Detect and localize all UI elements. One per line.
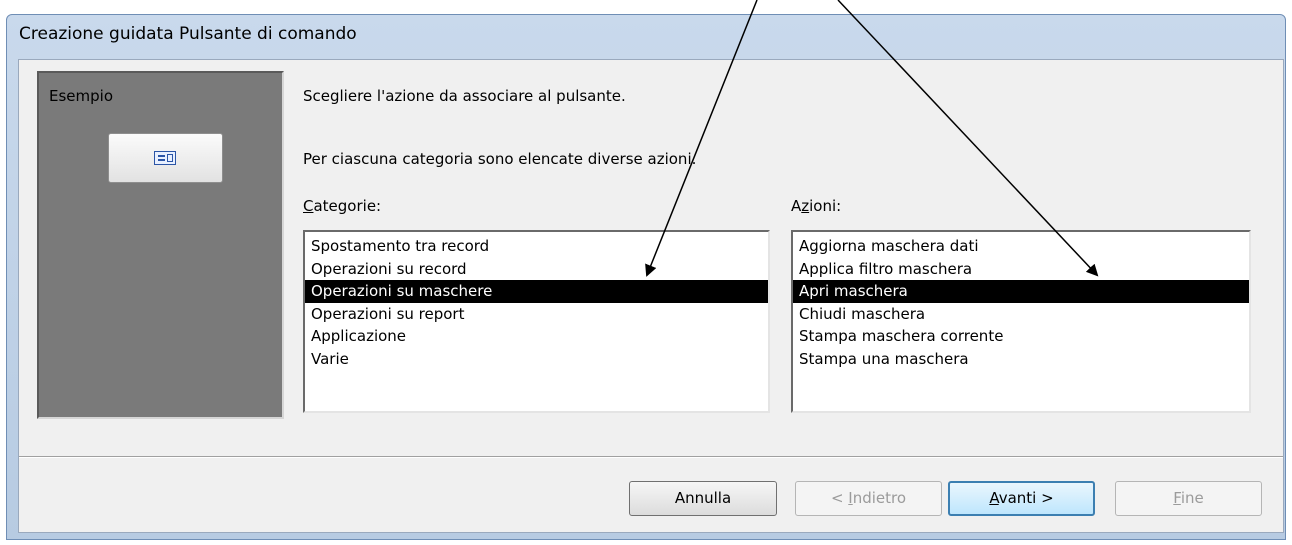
arrow-to-action: [837, 0, 1099, 277]
arrow-to-category: [645, 0, 758, 277]
annotation-arrows: [645, 0, 1099, 277]
